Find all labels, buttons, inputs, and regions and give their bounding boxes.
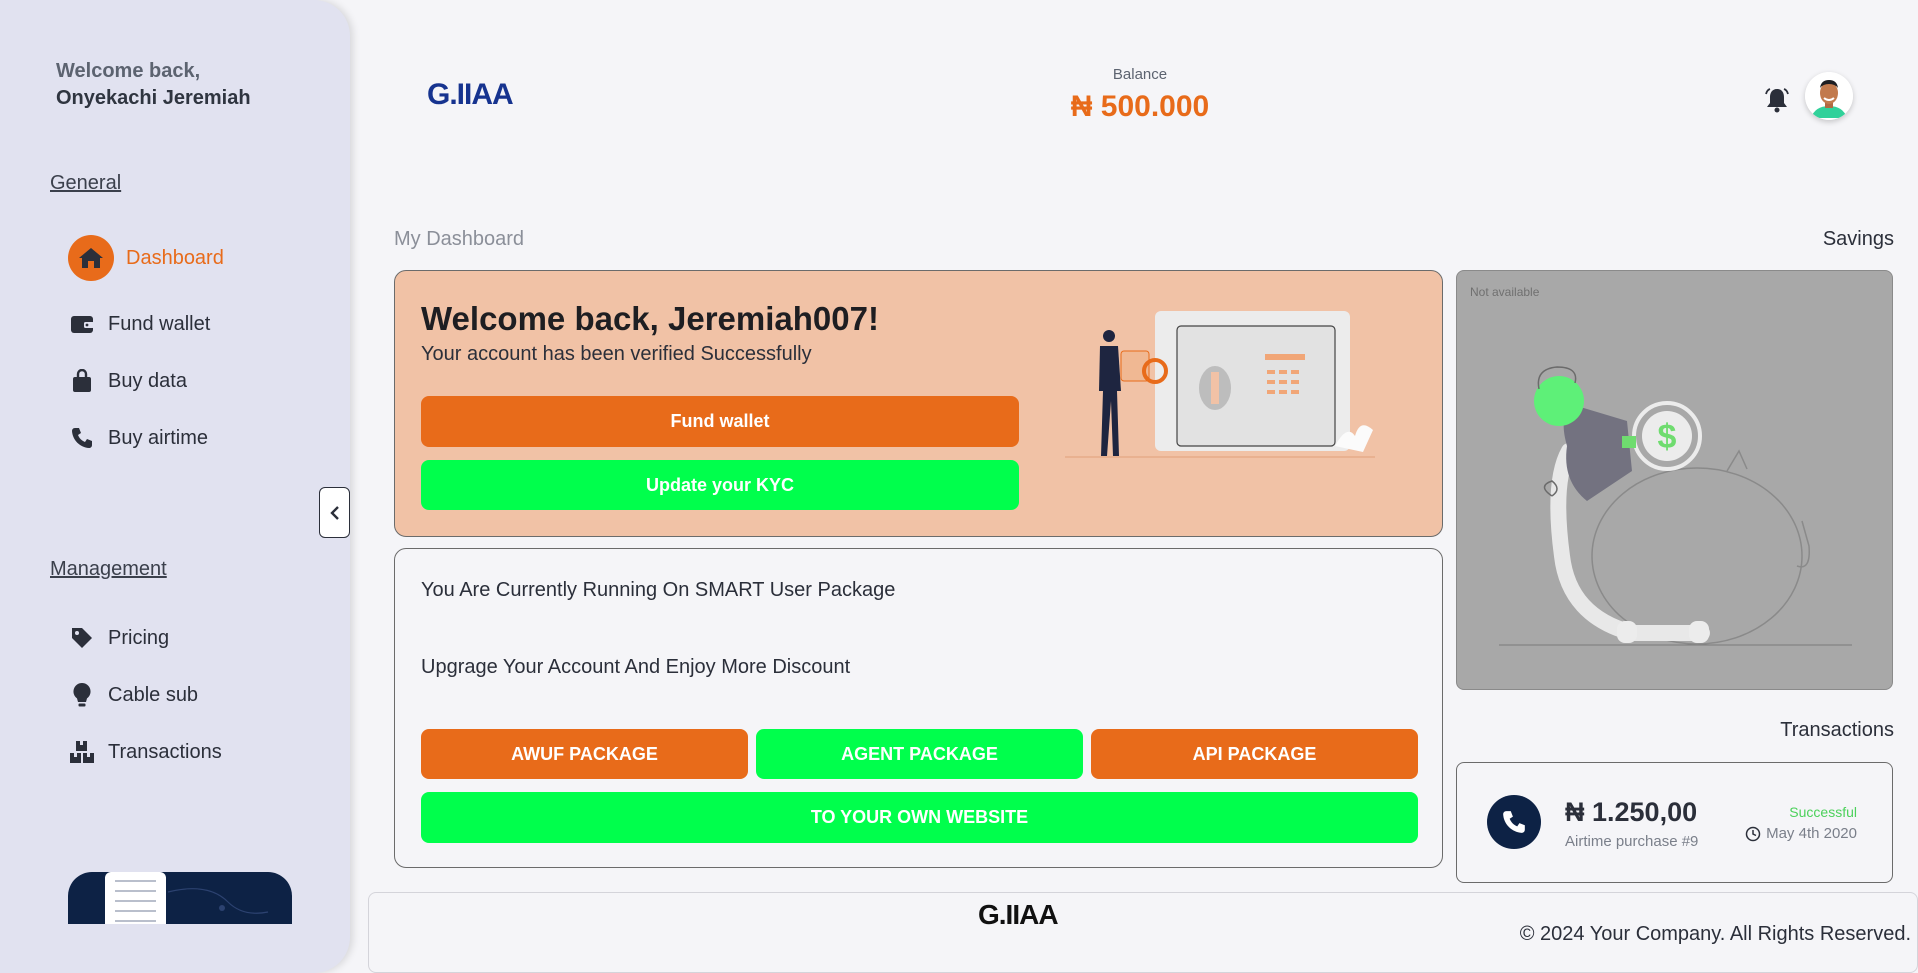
savings-title: Savings [1822, 228, 1894, 250]
update-kyc-button[interactable]: Update your KYC [421, 460, 1019, 510]
welcome-title: Welcome back, Jeremiah007! [421, 300, 879, 337]
sidebar-item-cable-sub[interactable]: Cable sub [68, 681, 198, 709]
upgrade-text: Upgrage Your Account And Enjoy More Disc… [421, 656, 851, 678]
section-management-title: Management [50, 558, 167, 580]
awuf-package-button[interactable]: AWUF PACKAGE [421, 729, 748, 779]
savings-panel: Not available $ [1456, 270, 1893, 690]
home-icon [68, 235, 114, 281]
sidebar-item-pricing[interactable]: Pricing [68, 624, 169, 652]
sidebar-promo-card[interactable] [68, 872, 292, 924]
sidebar-item-label: Pricing [108, 626, 170, 649]
transactions-title: Transactions [1780, 719, 1894, 741]
chevron-left-icon [329, 505, 339, 520]
wallet-icon [68, 310, 96, 338]
bag-icon [68, 367, 96, 395]
sidebar-item-fund-wallet[interactable]: Fund wallet [68, 310, 210, 338]
sidebar-user-name: Onyekachi Jeremiah [56, 87, 251, 109]
api-package-button[interactable]: API PACKAGE [1091, 729, 1418, 779]
footer-logo: G.IIAA [978, 899, 1059, 930]
welcome-card: Welcome back, Jeremiah007! Your account … [394, 270, 1443, 537]
sidebar-item-label: Dashboard [126, 246, 224, 269]
balance-label: Balance [1112, 66, 1168, 83]
sidebar-item-dashboard[interactable]: Dashboard [68, 235, 224, 281]
package-card: You Are Currently Running On SMART User … [394, 548, 1443, 868]
safe-illustration [1065, 311, 1375, 458]
tag-icon [68, 624, 96, 652]
sidebar-collapse-button[interactable] [319, 487, 350, 538]
sidebar-item-label: Cable sub [108, 683, 199, 706]
sidebar-item-buy-data[interactable]: Buy data [68, 367, 187, 395]
clock-icon [1745, 826, 1761, 841]
sidebar-item-label: Transactions [108, 740, 222, 763]
footer: G.IIAA © 2024 Your Company. All Rights R… [368, 892, 1918, 973]
promo-card-decoration [167, 888, 269, 914]
sidebar-item-label: Buy airtime [108, 426, 209, 449]
transaction-item[interactable]: ₦ 1.250,00 Airtime purchase #9 Successfu… [1456, 762, 1893, 883]
logo-text: G.IIAA [427, 78, 514, 111]
document-icon [105, 872, 166, 924]
footer-copyright: © 2024 Your Company. All Rights Reserved… [1519, 923, 1911, 945]
transaction-description: Airtime purchase #9 [1565, 833, 1699, 850]
bulb-icon [68, 681, 96, 709]
page-title: My Dashboard [394, 228, 525, 250]
sidebar-item-label: Buy data [108, 369, 187, 392]
sidebar-welcome: Welcome back, Onyekachi Jeremiah [56, 58, 251, 112]
transaction-status: Successful [1789, 804, 1857, 820]
sidebar-item-transactions[interactable]: Transactions [68, 738, 222, 766]
current-package-text: You Are Currently Running On SMART User … [421, 579, 896, 601]
section-general-title: General [50, 172, 122, 194]
sidebar-item-buy-airtime[interactable]: Buy airtime [68, 424, 208, 452]
balance-value: ₦ 500.000 [1070, 90, 1210, 123]
app-logo[interactable]: G.IIAA [427, 78, 514, 112]
svg-text:$: $ [1658, 418, 1677, 456]
bell-icon[interactable] [1763, 86, 1791, 114]
sidebar: Welcome back, Onyekachi Jeremiah General… [0, 0, 350, 973]
phone-icon [1487, 795, 1541, 849]
sidebar-item-label: Fund wallet [108, 312, 211, 335]
piggy-bank-illustration: $ [1499, 366, 1852, 646]
transaction-amount: ₦ 1.250,00 [1565, 797, 1698, 827]
transaction-date: May 4th 2020 [1745, 825, 1857, 842]
phone-icon [68, 424, 96, 452]
boxes-icon [68, 738, 96, 766]
own-website-button[interactable]: TO YOUR OWN WEBSITE [421, 792, 1418, 843]
sidebar-welcome-greeting: Welcome back, [56, 60, 201, 82]
user-avatar[interactable] [1805, 72, 1853, 120]
fund-wallet-button[interactable]: Fund wallet [421, 396, 1019, 447]
agent-package-button[interactable]: AGENT PACKAGE [756, 729, 1083, 779]
transaction-date-text: May 4th 2020 [1766, 825, 1857, 842]
verification-status: Your account has been verified Successfu… [421, 343, 812, 365]
